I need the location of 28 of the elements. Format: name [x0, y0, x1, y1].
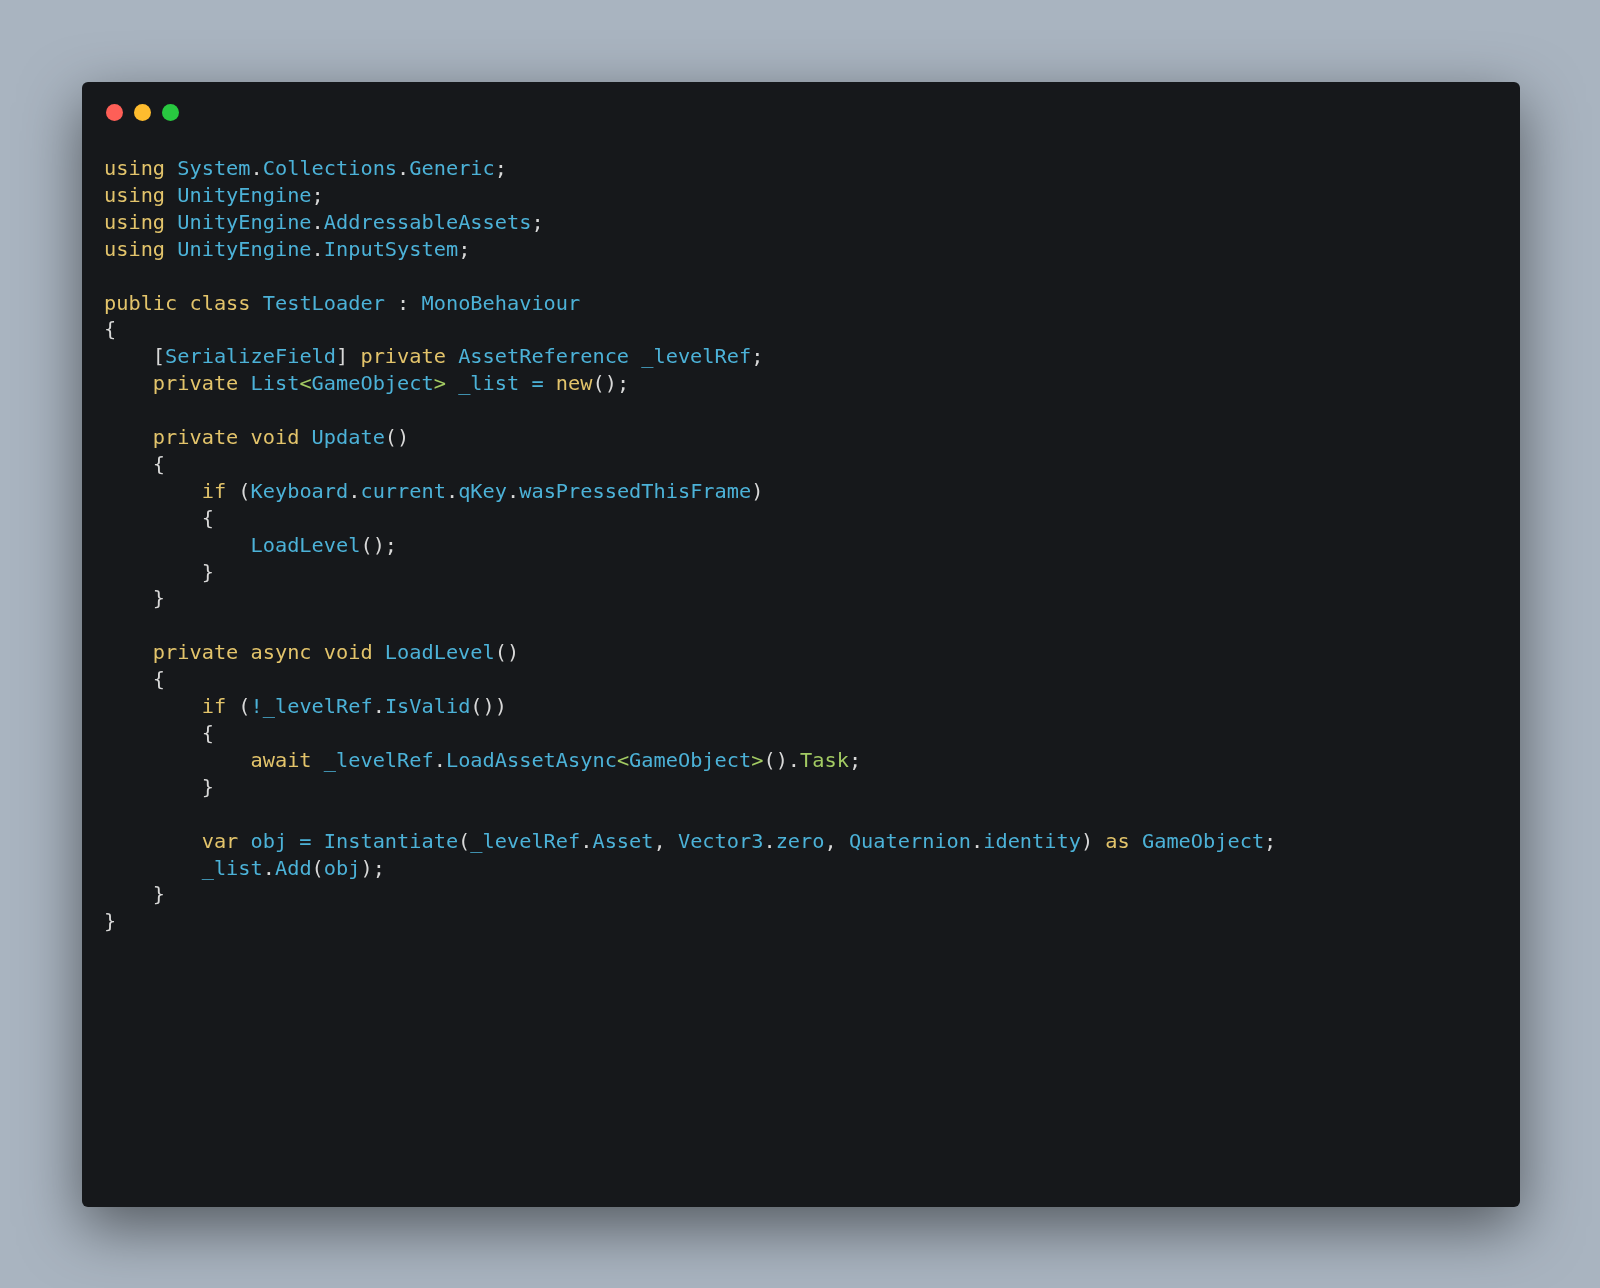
code-line: LoadLevel(); — [249, 531, 398, 559]
code-line: [SerializeField] private AssetReference _levelRef; — [151, 343, 764, 371]
code-line: using System.Collections.Generic; — [104, 155, 507, 182]
code-line: } — [151, 585, 166, 613]
maximize-button[interactable] — [162, 104, 179, 121]
code-line: } — [104, 908, 117, 936]
code-line: { — [151, 666, 166, 694]
code-line: } — [200, 773, 214, 801]
code-line: _list.Add(obj); — [200, 854, 385, 882]
code-line: public class TestLoader : MonoBehaviour — [104, 289, 581, 317]
code-line: await _levelRef.LoadAssetAsync<GameObject>().Task; — [249, 746, 862, 774]
code-line: using UnityEngine.AddressableAssets; — [104, 208, 544, 236]
code-line: var obj = Instantiate(_levelRef.Asset, Vector3.zero, Quaternion.identity) as GameObject; — [200, 827, 1277, 855]
code-line: { — [200, 504, 214, 532]
code-line: if (!_levelRef.IsValid()) — [200, 693, 507, 720]
minimize-button[interactable] — [134, 104, 151, 121]
code-line: { — [151, 450, 166, 478]
code-line: private void Update() — [151, 424, 410, 451]
code-line: if (Keyboard.current.qKey.wasPressedThisFrame) — [200, 477, 764, 505]
code-line: private List<GameObject> _list = new(); — [151, 370, 630, 398]
code-line: { — [104, 316, 117, 344]
code-line: private async void LoadLevel() — [151, 639, 520, 667]
code-line: using UnityEngine.InputSystem; — [104, 235, 471, 263]
code-line: } — [151, 881, 166, 909]
close-button[interactable] — [106, 104, 123, 121]
code-line: using UnityEngine; — [104, 181, 324, 209]
code-line: { — [200, 720, 214, 747]
code-line: } — [200, 558, 214, 586]
